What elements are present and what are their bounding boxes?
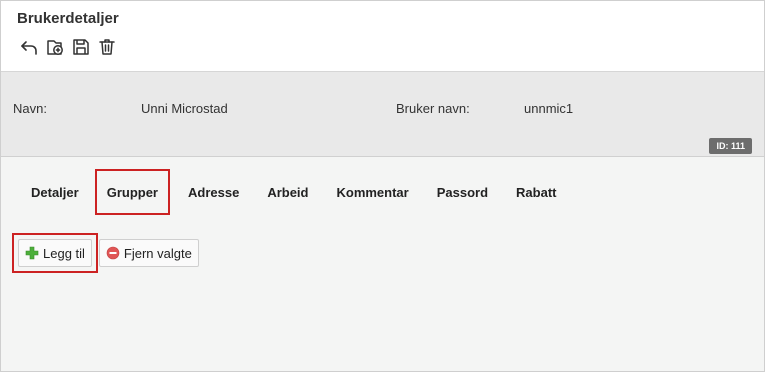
name-value: Unni Microstad — [141, 101, 228, 116]
tab-bar: Detaljer Grupper Adresse Arbeid Kommenta… — [17, 169, 571, 215]
toolbar — [18, 36, 118, 58]
undo-icon[interactable] — [18, 36, 40, 58]
remove-button-label: Fjern valgte — [123, 245, 192, 261]
add-button[interactable]: Legg til — [18, 239, 92, 267]
trash-icon[interactable] — [96, 36, 118, 58]
group-actions: Legg til Fjern valgte — [12, 233, 199, 273]
tab-detaljer[interactable]: Detaljer — [17, 169, 93, 215]
plus-icon — [25, 246, 39, 260]
id-badge: ID: 111 — [709, 138, 752, 154]
username-label: Bruker navn: — [396, 101, 470, 116]
name-label: Navn: — [13, 101, 47, 116]
header: Brukerdetaljer — [1, 1, 764, 72]
add-highlight: Legg til — [12, 233, 98, 273]
tab-passord[interactable]: Passord — [423, 169, 502, 215]
tab-kommentar[interactable]: Kommentar — [322, 169, 422, 215]
save-icon[interactable] — [70, 36, 92, 58]
add-button-label: Legg til — [43, 245, 85, 261]
tab-rabatt[interactable]: Rabatt — [502, 169, 570, 215]
add-document-icon[interactable] — [44, 36, 66, 58]
tab-grupper[interactable]: Grupper — [94, 169, 170, 215]
minus-circle-icon — [106, 246, 120, 260]
tab-adresse[interactable]: Adresse — [174, 169, 253, 215]
username-value: unnmic1 — [524, 101, 574, 116]
tab-arbeid[interactable]: Arbeid — [253, 169, 322, 215]
tab-content-area: Detaljer Grupper Adresse Arbeid Kommenta… — [1, 157, 764, 371]
user-info-panel: Navn: Unni Microstad Bruker navn: unnmic… — [1, 72, 764, 157]
page-title: Brukerdetaljer — [17, 10, 119, 27]
user-details-window: Brukerdetaljer Navn: Unni Microstad Bruk… — [0, 0, 765, 372]
remove-selected-button[interactable]: Fjern valgte — [98, 239, 199, 267]
